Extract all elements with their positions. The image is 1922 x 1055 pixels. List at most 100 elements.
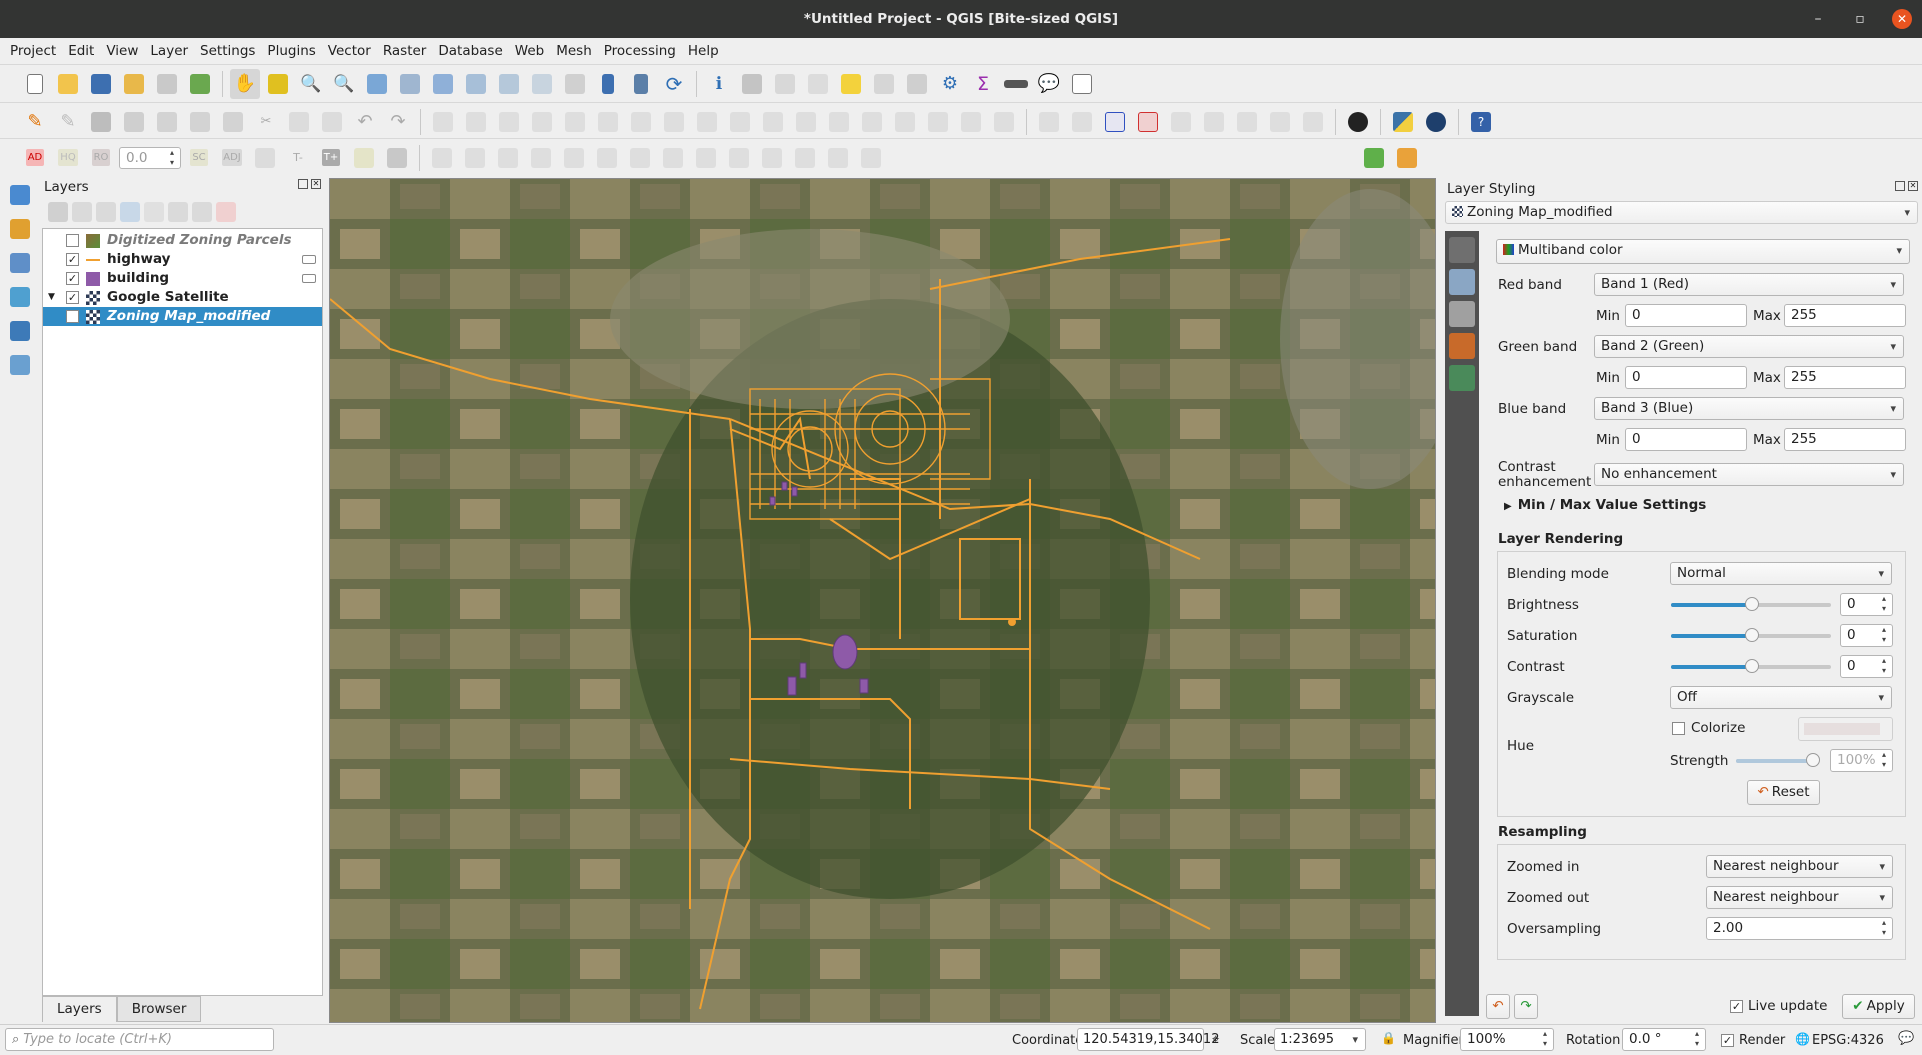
zoom-last-icon[interactable] bbox=[494, 69, 524, 99]
ro-button[interactable]: RO bbox=[86, 143, 116, 173]
layer-visibility-checkbox[interactable]: ✓ bbox=[66, 272, 79, 285]
digitize-tool-14-icon[interactable] bbox=[857, 107, 887, 137]
scale-select[interactable]: 1:23695 bbox=[1274, 1028, 1366, 1051]
minmax-settings-toggle[interactable]: ▶ Min / Max Value Settings bbox=[1504, 497, 1706, 513]
red-max-input[interactable]: 255 bbox=[1784, 304, 1906, 327]
contrast-spinbox[interactable]: 0 bbox=[1840, 655, 1893, 678]
digitize-tool-8-icon[interactable] bbox=[659, 107, 689, 137]
filter-expression-icon[interactable] bbox=[144, 202, 164, 222]
brightness-slider[interactable] bbox=[1671, 597, 1831, 611]
digitize-tool-13-icon[interactable] bbox=[824, 107, 854, 137]
digitize-tool-10-icon[interactable] bbox=[725, 107, 755, 137]
deselect-icon[interactable] bbox=[836, 69, 866, 99]
plugin-icon[interactable] bbox=[1343, 107, 1373, 137]
menu-processing[interactable]: Processing bbox=[598, 38, 682, 64]
blending-mode-select[interactable]: Normal bbox=[1670, 562, 1892, 585]
pan-to-selection-icon[interactable] bbox=[263, 69, 293, 99]
shape-tool-7-icon[interactable] bbox=[625, 143, 655, 173]
shape-tool-2-icon[interactable] bbox=[460, 143, 490, 173]
digitize-tool-5-icon[interactable] bbox=[560, 107, 590, 137]
show-bookmarks-icon[interactable] bbox=[626, 69, 656, 99]
saturation-spinbox[interactable]: 0 bbox=[1840, 624, 1893, 647]
shape-tool-6-icon[interactable] bbox=[592, 143, 622, 173]
globe-icon[interactable] bbox=[1421, 107, 1451, 137]
red-band-select[interactable]: Band 1 (Red) bbox=[1594, 273, 1904, 296]
shape-tool-9-icon[interactable] bbox=[691, 143, 721, 173]
colorize-checkbox[interactable] bbox=[1672, 722, 1685, 735]
toolbox-icon[interactable]: ⚙ bbox=[935, 69, 965, 99]
label-tool-2-icon[interactable] bbox=[1067, 107, 1097, 137]
label-tool-6-icon[interactable] bbox=[1265, 107, 1295, 137]
collapse-all-icon[interactable] bbox=[192, 202, 212, 222]
paste-icon[interactable] bbox=[317, 107, 347, 137]
cut-icon[interactable]: ✂ bbox=[251, 107, 281, 137]
menu-project[interactable]: Project bbox=[4, 38, 62, 64]
new-map-view-icon[interactable] bbox=[560, 69, 590, 99]
show-unplaced-labels-icon[interactable] bbox=[1133, 107, 1163, 137]
zoomed-out-select[interactable]: Nearest neighbour bbox=[1706, 886, 1893, 909]
close-icon[interactable]: ✕ bbox=[1892, 9, 1912, 29]
menu-help[interactable]: Help bbox=[682, 38, 725, 64]
undo-icon[interactable]: ↶ bbox=[350, 107, 380, 137]
shape-tool-11-icon[interactable] bbox=[757, 143, 787, 173]
action-icon[interactable] bbox=[737, 69, 767, 99]
lock-scale-icon[interactable]: 🔒 bbox=[1381, 1031, 1396, 1045]
layer-visibility-checkbox[interactable] bbox=[66, 234, 79, 247]
attribute-table-icon[interactable] bbox=[869, 69, 899, 99]
add-raster-icon[interactable] bbox=[5, 214, 35, 244]
transparency-tab-icon[interactable] bbox=[1449, 269, 1475, 295]
layer-selector[interactable]: Zoning Map_modified bbox=[1445, 201, 1918, 224]
pan-icon[interactable]: ✋ bbox=[230, 68, 260, 99]
green-max-input[interactable]: 255 bbox=[1784, 366, 1906, 389]
digitize-tool-17-icon[interactable] bbox=[956, 107, 986, 137]
oversampling-spinbox[interactable]: 2.00 bbox=[1706, 917, 1893, 940]
adj-button[interactable]: ADJ bbox=[217, 143, 247, 173]
zoomed-in-select[interactable]: Nearest neighbour bbox=[1706, 855, 1893, 878]
label-tool-3-icon[interactable] bbox=[1166, 107, 1196, 137]
select-value-icon[interactable] bbox=[803, 69, 833, 99]
zoom-selection-icon[interactable] bbox=[395, 69, 425, 99]
renderer-select[interactable]: Multiband color bbox=[1496, 239, 1910, 264]
expand-arrow-icon[interactable]: ▼ bbox=[48, 288, 55, 307]
identify-icon[interactable]: ℹ bbox=[704, 69, 734, 99]
data-source-manager-icon[interactable] bbox=[5, 180, 35, 210]
digitize-tool-18-icon[interactable] bbox=[989, 107, 1019, 137]
digitize-tool-1-icon[interactable] bbox=[428, 107, 458, 137]
measure-icon[interactable] bbox=[1001, 69, 1031, 99]
layer-labeling-icon[interactable] bbox=[1100, 107, 1130, 137]
menu-vector[interactable]: Vector bbox=[322, 38, 377, 64]
strength-spinbox[interactable]: 100% bbox=[1830, 749, 1893, 772]
blue-max-input[interactable]: 255 bbox=[1784, 428, 1906, 451]
lock-button[interactable] bbox=[250, 143, 280, 173]
layer-visibility-checkbox[interactable]: ✓ bbox=[66, 291, 79, 304]
open-project-icon[interactable] bbox=[53, 69, 83, 99]
delete-selected-icon[interactable] bbox=[218, 107, 248, 137]
histogram-tab-icon[interactable] bbox=[1449, 301, 1475, 327]
float-icon[interactable] bbox=[298, 179, 308, 189]
crs-globe-icon[interactable]: 🌐 bbox=[1795, 1032, 1810, 1046]
render-checkbox[interactable]: ✓ bbox=[1721, 1034, 1734, 1047]
save-project-icon[interactable] bbox=[86, 69, 116, 99]
open-styling-icon[interactable] bbox=[48, 202, 68, 222]
modify-attributes-icon[interactable] bbox=[185, 107, 215, 137]
label-tool-4-icon[interactable] bbox=[1199, 107, 1229, 137]
t-minus-button[interactable]: T- bbox=[283, 143, 313, 173]
menu-web[interactable]: Web bbox=[509, 38, 550, 64]
python-console-icon[interactable] bbox=[1388, 107, 1418, 137]
sc-button[interactable]: SC bbox=[184, 143, 214, 173]
apply-button[interactable]: ✔ Apply bbox=[1842, 994, 1915, 1019]
statistics-icon[interactable]: Σ bbox=[968, 69, 998, 99]
label-tool-5-icon[interactable] bbox=[1232, 107, 1262, 137]
label-tool-1-icon[interactable] bbox=[1034, 107, 1064, 137]
digitize-tool-2-icon[interactable] bbox=[461, 107, 491, 137]
reset-button[interactable]: ↶ Reset bbox=[1747, 780, 1820, 805]
zoom-full-icon[interactable] bbox=[362, 69, 392, 99]
shape-tool-12-icon[interactable] bbox=[790, 143, 820, 173]
digitize-tool-11-icon[interactable] bbox=[758, 107, 788, 137]
angle-input[interactable]: 0.0 bbox=[119, 146, 181, 169]
digitize-tool-16-icon[interactable] bbox=[923, 107, 953, 137]
blue-min-input[interactable]: 0 bbox=[1625, 428, 1747, 451]
zoom-layer-icon[interactable] bbox=[428, 69, 458, 99]
menu-layer[interactable]: Layer bbox=[144, 38, 194, 64]
text-annotation-icon[interactable] bbox=[1067, 69, 1097, 99]
